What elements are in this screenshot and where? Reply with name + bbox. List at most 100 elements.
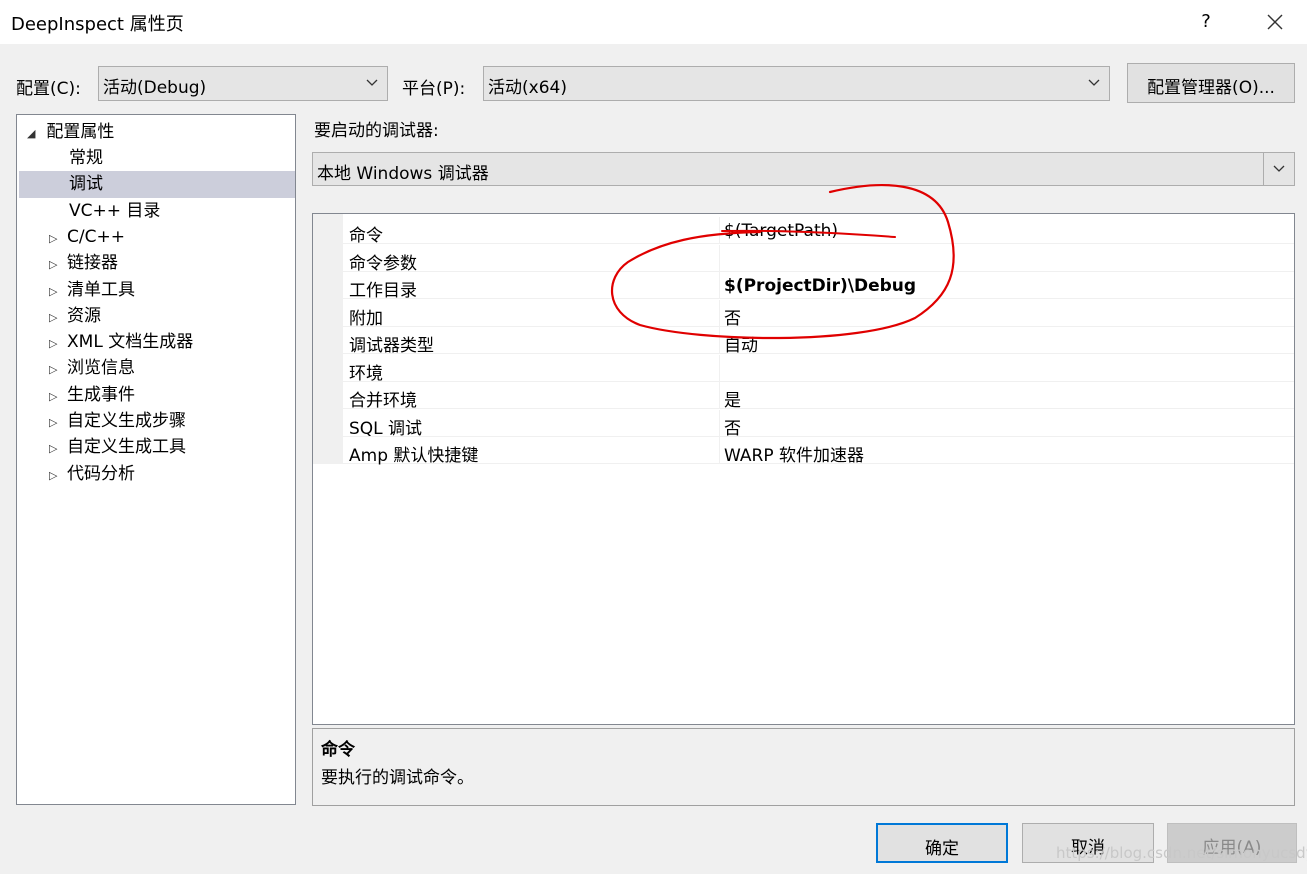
property-name: Amp 默认快捷键	[349, 446, 479, 466]
title-bar: DeepInspect 属性页 ?	[0, 0, 1307, 44]
tree-item[interactable]: ▷ 自定义生成工具	[49, 434, 186, 460]
tree-item-label: C/C++	[67, 226, 125, 247]
property-name: 命令	[349, 226, 383, 246]
property-name: 调试器类型	[349, 336, 434, 356]
property-row[interactable]: Amp 默认快捷键 WARP 软件加速器	[343, 437, 1294, 466]
property-row[interactable]: 命令 $(TargetPath)	[343, 217, 1294, 246]
watermark: https://blog.csdn.net/simonyucsdy	[1056, 844, 1307, 862]
property-value[interactable]: $(TargetPath)	[724, 221, 838, 241]
ok-label: 确定	[925, 839, 959, 859]
property-value[interactable]: WARP 软件加速器	[724, 441, 864, 466]
expanded-arrow-icon: ◢	[27, 127, 36, 140]
property-row[interactable]: 合并环境 是	[343, 382, 1294, 411]
platform-label: 平台(P):	[402, 79, 466, 99]
property-name: 工作目录	[349, 281, 417, 301]
collapsed-arrow-icon: ▷	[49, 442, 58, 456]
tree-item-label: 自定义生成工具	[67, 437, 186, 458]
debugger-dropdown-button[interactable]	[1263, 153, 1294, 185]
tree-item-label: 生成事件	[67, 384, 135, 405]
tree-item-label: 代码分析	[67, 463, 135, 484]
collapsed-arrow-icon: ▷	[49, 363, 58, 377]
tree-item-label: 自定义生成步骤	[67, 411, 186, 431]
column-separator	[719, 217, 720, 244]
property-row[interactable]: 命令参数	[343, 244, 1294, 274]
column-separator	[719, 409, 720, 437]
debugger-label: 要启动的调试器:	[314, 121, 439, 141]
chevron-down-icon	[366, 79, 378, 86]
property-name: SQL 调试	[349, 418, 423, 439]
collapsed-arrow-icon: ▷	[49, 284, 58, 298]
collapsed-arrow-icon: ▷	[49, 337, 58, 351]
help-button[interactable]: ?	[1192, 8, 1220, 36]
property-value[interactable]: 否	[724, 414, 741, 439]
column-separator	[719, 272, 720, 299]
tree-item-label: 资源	[67, 305, 101, 326]
tree-item-label: 调试	[69, 174, 103, 195]
tree-item-label: 清单工具	[67, 279, 135, 300]
config-label: 配置(C):	[16, 79, 81, 99]
tree-item-label: 链接器	[67, 253, 118, 274]
property-name: 环境	[349, 363, 383, 384]
tree-item[interactable]: ▷ 自定义生成步骤	[49, 408, 186, 434]
config-manager-label: 配置管理器(O)...	[1147, 78, 1275, 98]
column-separator	[719, 299, 720, 327]
tree-item[interactable]: ▷ 资源	[49, 303, 101, 329]
platform-select[interactable]: 活动(x64)	[483, 66, 1110, 101]
tree-item[interactable]: 调试	[69, 171, 103, 197]
config-manager-button[interactable]: 配置管理器(O)...	[1127, 63, 1295, 103]
property-value[interactable]: 是	[724, 386, 741, 411]
tree-item[interactable]: 常规	[69, 145, 103, 171]
debugger-value: 本地 Windows 调试器	[317, 164, 489, 184]
close-icon	[1267, 14, 1283, 30]
grid-gutter	[313, 214, 343, 464]
description-panel: 命令 要执行的调试命令。	[312, 728, 1295, 806]
property-value[interactable]: $(ProjectDir)\Debug	[724, 276, 916, 296]
collapsed-arrow-icon: ▷	[49, 416, 58, 429]
property-grid[interactable]: 命令 $(TargetPath) 命令参数工作目录 $(ProjectDir)\Deb…	[312, 213, 1295, 725]
collapsed-arrow-icon: ▷	[49, 310, 58, 324]
tree-item[interactable]: ▷ C/C++	[49, 224, 125, 250]
chevron-down-icon	[1273, 165, 1285, 172]
tree-item[interactable]: ▷ 生成事件	[49, 382, 135, 408]
column-separator	[719, 327, 720, 354]
column-separator	[719, 382, 720, 409]
property-row[interactable]: SQL 调试 否	[343, 409, 1294, 439]
description-title: 命令	[321, 740, 355, 760]
tree-item-label: 常规	[69, 148, 103, 168]
config-value: 活动(Debug)	[103, 78, 207, 98]
property-tree[interactable]: ◢ 配置属性 常规 调试 VC++ 目录 ▷ C/C++ ▷ 链接器 ▷ 清单工具 ▷ 资源 ▷ XML…	[16, 114, 296, 805]
tree-root[interactable]: ◢ 配置属性	[27, 119, 114, 145]
column-separator	[719, 354, 720, 382]
property-value[interactable]: 否	[724, 304, 741, 329]
debugger-select[interactable]: 本地 Windows 调试器	[312, 152, 1295, 186]
tree-item[interactable]: ▷ 代码分析	[49, 461, 135, 487]
property-row[interactable]: 环境	[343, 354, 1294, 384]
description-text: 要执行的调试命令。	[321, 768, 474, 788]
tree-item-label: VC++ 目录	[69, 200, 161, 221]
property-name: 合并环境	[349, 391, 417, 411]
platform-value: 活动(x64)	[488, 78, 567, 98]
tree-item[interactable]: ▷ 清单工具	[49, 277, 135, 303]
window-title: DeepInspect 属性页	[11, 14, 184, 35]
tree-item[interactable]: ▷ 链接器	[49, 250, 118, 276]
column-separator	[719, 244, 720, 272]
property-row[interactable]: 附加 否	[343, 299, 1294, 329]
property-row[interactable]: 调试器类型 自动	[343, 327, 1294, 356]
tree-item-label: XML 文档生成器	[67, 332, 194, 353]
collapsed-arrow-icon: ▷	[49, 468, 58, 482]
collapsed-arrow-icon: ▷	[49, 258, 58, 272]
tree-item-label: 浏览信息	[67, 358, 135, 379]
collapsed-arrow-icon: ▷	[49, 389, 58, 403]
tree-item[interactable]: ▷ 浏览信息	[49, 355, 135, 381]
property-name: 命令参数	[349, 253, 417, 274]
tree-item[interactable]: VC++ 目录	[69, 198, 160, 224]
close-button[interactable]	[1258, 6, 1292, 38]
config-select[interactable]: 活动(Debug)	[98, 66, 388, 101]
ok-button[interactable]: 确定	[876, 823, 1008, 863]
property-value[interactable]: 自动	[724, 331, 758, 356]
property-row[interactable]: 工作目录 $(ProjectDir)\Debug	[343, 272, 1294, 301]
tree-root-label: 配置属性	[46, 122, 115, 142]
property-name: 附加	[349, 308, 383, 329]
tree-item[interactable]: ▷ XML 文档生成器	[49, 329, 193, 355]
column-separator	[719, 437, 720, 464]
